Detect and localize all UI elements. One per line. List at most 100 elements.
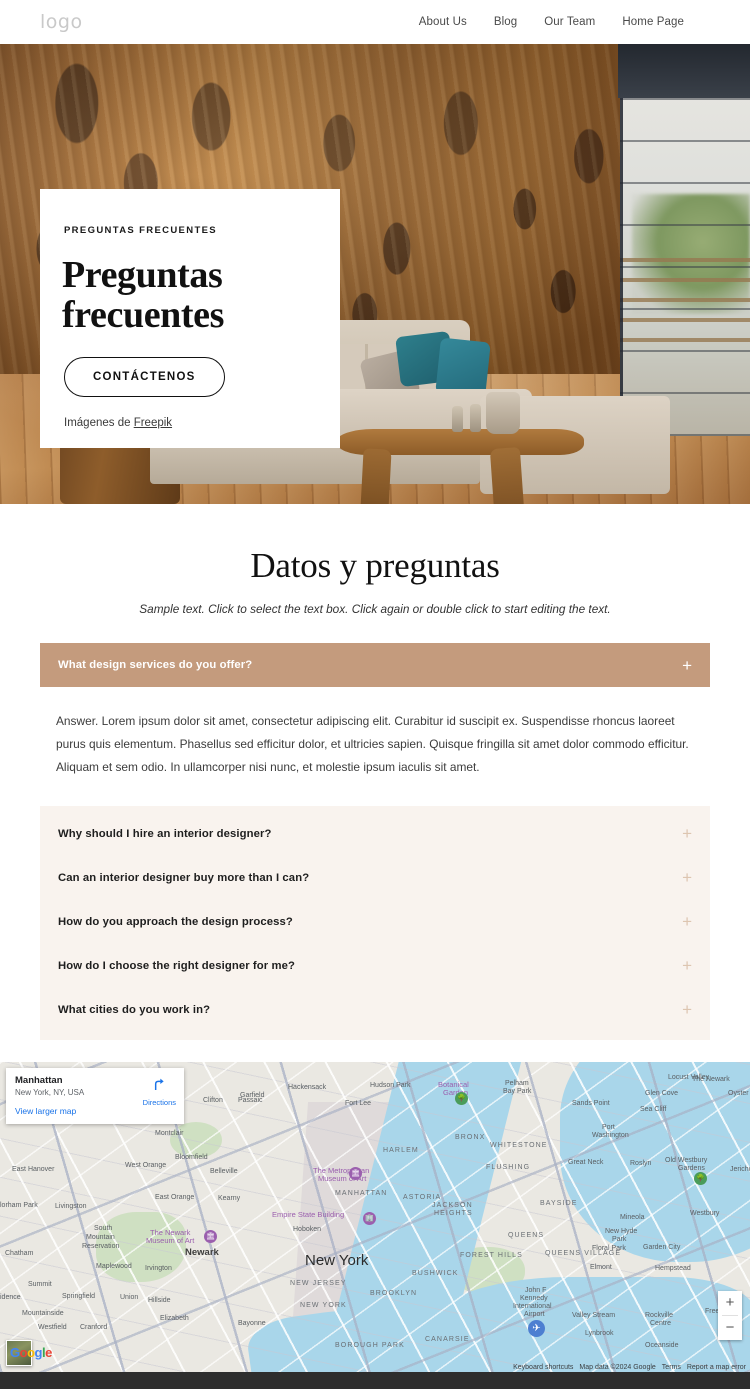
report-map-error-link[interactable]: Report a map error <box>687 1364 746 1371</box>
map-label: Irvington <box>145 1264 172 1272</box>
landmark-poi-icon[interactable]: 🏢 <box>363 1211 376 1225</box>
map-label: Springfield <box>62 1292 96 1300</box>
nav-item-our-team[interactable]: Our Team <box>544 16 595 28</box>
plus-icon[interactable]: + <box>682 657 692 674</box>
airport-icon[interactable]: ✈ <box>528 1319 545 1337</box>
plus-icon[interactable]: + <box>682 825 692 842</box>
map-label: BAYSIDE <box>540 1199 578 1207</box>
accordion-item[interactable]: How do you approach the design process? … <box>58 900 692 944</box>
map-label: ASTORIA <box>403 1193 442 1201</box>
map-label: Great Neck <box>568 1158 604 1166</box>
accordion-item[interactable]: Can an interior designer buy more than I… <box>58 856 692 900</box>
map-label: BROOKLYN <box>370 1289 418 1297</box>
image-credit: Imágenes de Freepik <box>64 417 306 429</box>
directions-button[interactable]: Directions <box>143 1076 176 1107</box>
map-label: Elizabeth <box>160 1314 189 1322</box>
map-label: Hudson Park <box>370 1081 411 1089</box>
map-label: Clifton <box>203 1096 223 1104</box>
map-label: Glen Cove <box>645 1089 679 1097</box>
map-label: WHITESTONE <box>490 1141 548 1149</box>
faq-subtitle: Sample text. Click to select the text bo… <box>139 602 611 616</box>
map-zoom-controls: + − <box>718 1290 742 1340</box>
view-larger-map-link[interactable]: View larger map <box>15 1106 175 1116</box>
directions-arrow-icon <box>155 1078 164 1090</box>
map-label: lorham Park <box>0 1201 38 1209</box>
map-label: BRONX <box>455 1133 486 1141</box>
accordion-item-active[interactable]: What design services do you offer? + <box>40 643 710 687</box>
accordion-question: How do you approach the design process? <box>58 915 293 928</box>
contact-button[interactable]: CONTÁCTENOS <box>64 357 225 398</box>
map-label: East Orange <box>155 1193 195 1201</box>
map-label: FLUSHING <box>486 1163 531 1171</box>
museum-poi-icon[interactable]: 🏛 <box>349 1166 362 1180</box>
map-label: South <box>94 1224 113 1232</box>
window-wall <box>620 44 750 436</box>
coffee-table-leg-right <box>489 447 525 504</box>
accordion-item[interactable]: How do I choose the right designer for m… <box>58 944 692 988</box>
map-label: The Newark <box>692 1075 730 1083</box>
nav-item-about-us[interactable]: About Us <box>419 16 467 28</box>
map-label: Roslyn <box>630 1159 652 1167</box>
plus-icon[interactable]: + <box>682 913 692 930</box>
map-label: Union <box>120 1293 139 1301</box>
site-logo[interactable]: logo <box>40 11 83 33</box>
plus-icon[interactable]: + <box>682 957 692 974</box>
freepik-link[interactable]: Freepik <box>134 417 172 429</box>
map-label: Garden City <box>643 1243 681 1251</box>
map-label: Mineola <box>620 1213 645 1221</box>
map-label: Gardens <box>678 1164 705 1172</box>
map-label: CANARSIE <box>425 1335 470 1343</box>
garden-poi-icon[interactable]: 🌳 <box>694 1171 707 1185</box>
accordion-question: How do I choose the right designer for m… <box>58 959 296 972</box>
map-label: New York <box>305 1251 369 1269</box>
map-label: West Orange <box>125 1161 167 1169</box>
terms-link[interactable]: Terms <box>662 1364 681 1371</box>
plus-icon[interactable]: + <box>682 869 692 886</box>
map-label: Hempstead <box>655 1264 691 1272</box>
nav-item-blog[interactable]: Blog <box>494 16 517 28</box>
coffee-table-leg-left <box>360 448 392 504</box>
plus-icon[interactable]: + <box>682 1001 692 1018</box>
nav-item-home-page[interactable]: Home Page <box>622 16 684 28</box>
ceiling-beam <box>618 44 750 98</box>
map-label: Bloomfield <box>175 1153 208 1161</box>
map-label: Passaic <box>238 1096 263 1104</box>
faq-section: Datos y preguntas Sample text. Click to … <box>0 504 750 1040</box>
google-map-embed[interactable]: New York Newark MANHATTAN BROOKLYN QUEENS AST… <box>0 1061 750 1372</box>
map-info-card: Manhattan New York, NY, USA View larger … <box>6 1067 184 1124</box>
map-label: Westbury <box>690 1209 720 1217</box>
garden-poi-icon[interactable]: 🌳 <box>455 1091 468 1105</box>
keyboard-shortcuts-link[interactable]: Keyboard shortcuts <box>513 1364 573 1371</box>
window-mullions <box>620 44 750 436</box>
map-label: BUSHWICK <box>412 1269 459 1277</box>
map-label: Lynbrook <box>585 1329 614 1337</box>
map-label: Kennedy <box>520 1294 548 1302</box>
zoom-out-button[interactable]: − <box>718 1316 742 1340</box>
map-label: Airport <box>524 1310 545 1318</box>
map-label: Hillside <box>148 1296 171 1304</box>
map-label: Westfield <box>38 1323 67 1331</box>
map-label: Floral Park <box>592 1244 626 1252</box>
map-label: Park <box>612 1235 627 1243</box>
map-label: John F <box>525 1286 547 1294</box>
accordion-item[interactable]: What cities do you work in? + <box>58 988 692 1032</box>
map-label: Oyster <box>728 1089 749 1097</box>
map-label: Mountainside <box>22 1309 64 1317</box>
accordion-item[interactable]: Why should I hire an interior designer? … <box>58 812 692 856</box>
map-label: BOROUGH PARK <box>335 1341 405 1349</box>
map-label: Rockville <box>645 1311 674 1319</box>
map-label: East Hanover <box>12 1165 55 1173</box>
map-label: Oceanside <box>645 1341 679 1349</box>
zoom-in-button[interactable]: + <box>718 1291 742 1315</box>
accordion-question: Why should I hire an interior designer? <box>58 827 272 840</box>
museum-poi-icon[interactable]: 🏛 <box>204 1229 217 1243</box>
map-label: Kearny <box>218 1194 241 1202</box>
map-label: Pelham <box>505 1079 529 1087</box>
decor-vase <box>486 392 520 434</box>
google-logo: Google <box>10 1344 52 1360</box>
map-label: HARLEM <box>383 1146 419 1154</box>
hero-title: Preguntas frecuentes <box>62 254 306 335</box>
map-label: Fort Lee <box>345 1099 372 1107</box>
hero-title-line1: Preguntas <box>62 254 223 296</box>
map-label: Maplewood <box>96 1262 132 1270</box>
